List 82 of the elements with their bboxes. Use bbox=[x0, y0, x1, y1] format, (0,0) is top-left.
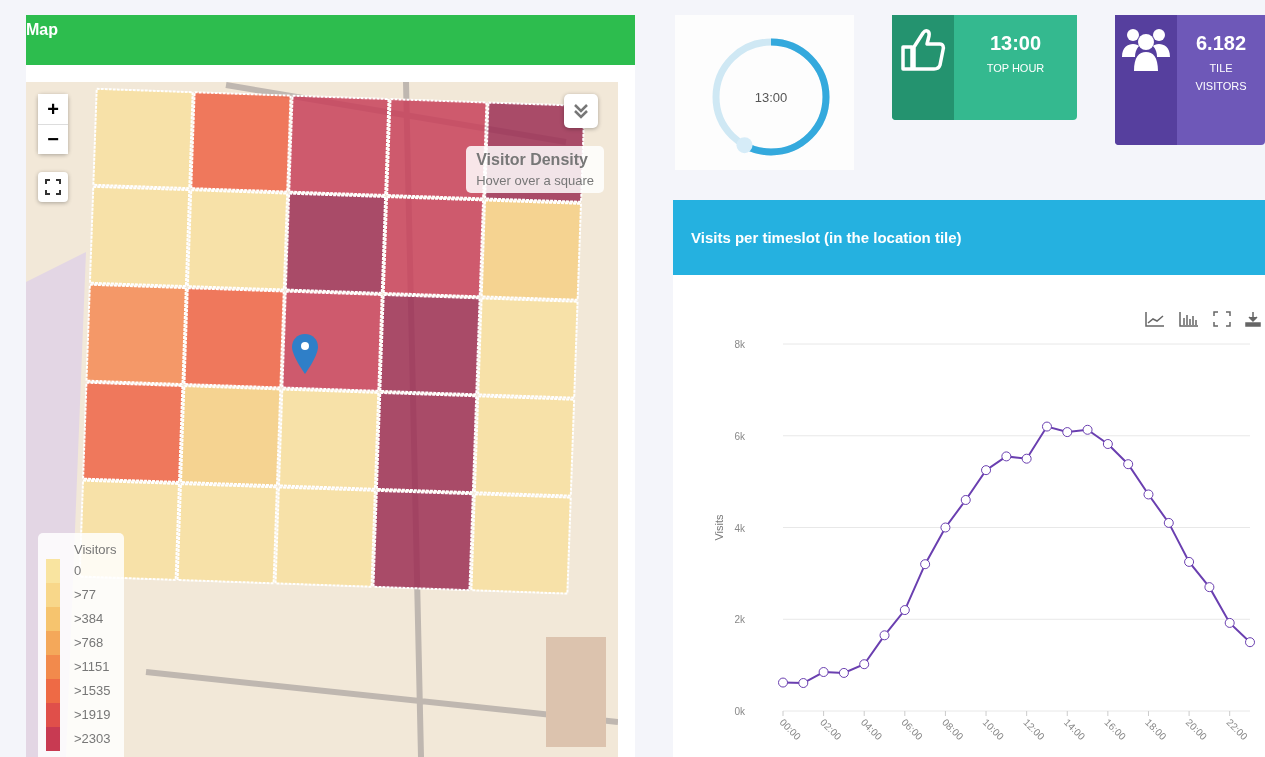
collapse-button[interactable] bbox=[564, 94, 598, 128]
data-point[interactable] bbox=[859, 659, 870, 670]
heatmap-tile[interactable] bbox=[470, 493, 572, 595]
legend-label: >384 bbox=[74, 610, 105, 628]
legend-label: >2303 bbox=[74, 730, 112, 748]
download-icon[interactable] bbox=[1245, 311, 1261, 327]
heatmap-tile[interactable] bbox=[183, 287, 285, 389]
heatmap-tile[interactable] bbox=[85, 283, 187, 386]
data-point[interactable] bbox=[798, 678, 809, 688]
heatmap-tile[interactable] bbox=[277, 388, 380, 490]
heatmap-tile[interactable] bbox=[288, 94, 390, 196]
stat-value: 6.182 bbox=[1195, 32, 1247, 55]
heatmap-tile[interactable] bbox=[284, 192, 387, 294]
heatmap-tile[interactable] bbox=[480, 199, 582, 301]
heatmap-tile[interactable] bbox=[274, 486, 376, 588]
stat-label: TILE VISITORS bbox=[1194, 61, 1248, 94]
heatmap-tile[interactable] bbox=[382, 196, 485, 298]
data-point[interactable] bbox=[838, 667, 849, 678]
legend-label: >1535 bbox=[74, 682, 112, 700]
y-axis-title: Visits bbox=[713, 514, 725, 541]
data-point[interactable] bbox=[1204, 582, 1215, 593]
location-pin-icon[interactable] bbox=[292, 334, 318, 374]
heatmap-tile[interactable] bbox=[88, 185, 191, 288]
data-point[interactable] bbox=[899, 605, 910, 616]
data-point[interactable] bbox=[1082, 424, 1093, 435]
zoom-out-button[interactable]: − bbox=[38, 124, 68, 154]
data-point[interactable] bbox=[1143, 489, 1154, 500]
heatmap-tile[interactable] bbox=[186, 189, 289, 291]
data-point[interactable] bbox=[1001, 451, 1012, 462]
panel-title: Map bbox=[26, 21, 58, 38]
data-point[interactable] bbox=[1163, 517, 1174, 528]
y-tick-label: 0k bbox=[734, 706, 745, 717]
data-point[interactable] bbox=[1021, 453, 1032, 464]
legend-title: Visitors bbox=[74, 541, 117, 559]
data-point[interactable] bbox=[1123, 459, 1134, 470]
heatmap-tile[interactable] bbox=[379, 293, 481, 396]
gauge-handle[interactable] bbox=[736, 137, 753, 154]
heatmap-tile[interactable] bbox=[190, 91, 292, 193]
data-point[interactable] bbox=[1102, 439, 1113, 449]
y-tick-label: 4k bbox=[734, 522, 745, 534]
data-point[interactable] bbox=[940, 522, 951, 533]
data-point[interactable] bbox=[879, 630, 890, 641]
heatmap-tile[interactable] bbox=[372, 489, 474, 592]
fullscreen-icon bbox=[45, 179, 61, 195]
legend-label: 0 bbox=[74, 562, 83, 580]
bar-chart-icon[interactable] bbox=[1179, 311, 1199, 327]
stat-value: 13:00 bbox=[989, 32, 1042, 55]
data-point[interactable] bbox=[1245, 637, 1255, 648]
legend-label: >1919 bbox=[74, 706, 112, 724]
info-title: Visitor Density bbox=[476, 151, 589, 169]
map-view[interactable]: + − Visitor Density Hover over a square Visitors 0 >77 >384 >768 >1151 >1535 >1919 >2303 bbox=[26, 82, 618, 757]
legend-label: >77 bbox=[74, 586, 98, 604]
fullscreen-icon[interactable] bbox=[1213, 311, 1231, 327]
heatmap-tile[interactable] bbox=[82, 381, 184, 483]
data-point[interactable] bbox=[778, 677, 788, 688]
heatmap-tile[interactable] bbox=[375, 391, 478, 494]
y-tick-label: 6k bbox=[734, 430, 745, 442]
heatmap-tile[interactable] bbox=[176, 483, 278, 585]
data-point[interactable] bbox=[1184, 556, 1195, 567]
data-point[interactable] bbox=[1041, 421, 1052, 432]
data-point[interactable] bbox=[960, 495, 971, 505]
double-chevron-icon bbox=[572, 102, 590, 120]
data-point[interactable] bbox=[920, 559, 931, 570]
data-point[interactable] bbox=[818, 667, 829, 677]
panel-title: Visits per timeslot (in the location tile) bbox=[691, 229, 962, 246]
legend-label: >768 bbox=[74, 634, 105, 652]
heatmap-tile[interactable] bbox=[180, 385, 282, 487]
y-tick-label: 2k bbox=[734, 614, 745, 626]
fullscreen-button[interactable] bbox=[38, 172, 68, 202]
y-tick-label: 8k bbox=[734, 339, 745, 350]
data-point[interactable] bbox=[1224, 617, 1235, 628]
stat-label: TOP HOUR bbox=[985, 61, 1046, 76]
gauge-value: 13:00 bbox=[754, 90, 788, 105]
heatmap-tile[interactable] bbox=[473, 395, 576, 497]
heatmap-tile[interactable] bbox=[477, 297, 579, 399]
legend-label: >1151 bbox=[74, 658, 111, 676]
info-hint: Hover over a square bbox=[476, 173, 594, 188]
data-point[interactable] bbox=[981, 465, 992, 476]
heatmap-tile[interactable] bbox=[92, 87, 194, 190]
data-point[interactable] bbox=[1062, 427, 1073, 438]
zoom-in-button[interactable]: + bbox=[38, 94, 68, 124]
line-chart-icon[interactable] bbox=[1145, 311, 1165, 327]
